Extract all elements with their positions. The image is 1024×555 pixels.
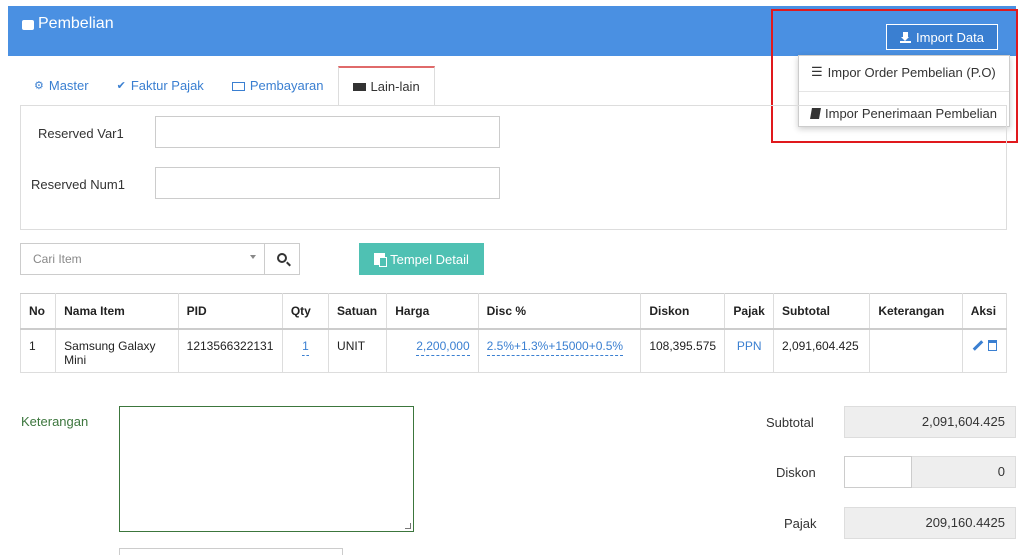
reserved-num1-input[interactable] [155,167,500,199]
keterangan-textarea[interactable] [119,406,414,532]
cell-harga: 2,200,000 [386,328,479,373]
column-header: Keterangan [869,293,963,330]
cell-pid: 1213566322131 [177,328,283,373]
pajak-label: Pajak [784,516,817,531]
paste-icon [374,253,388,267]
panel-header: Pembelian [8,6,1016,56]
diskon-label: Diskon [776,465,816,480]
table-row: 1 Samsung Galaxy Mini 1213566322131 1 UN… [19,328,1008,373]
page-title-text: Pembelian [38,15,114,32]
column-header: Aksi [961,293,1008,330]
cell-no: 1 [19,328,57,373]
search-placeholder: Cari Item [33,252,82,266]
items-table: No Nama Item PID Qty Satuan Harga Disc %… [19,293,1008,373]
list-icon: ☰ [811,64,823,79]
pajak-value: 209,160.4425 [844,507,1016,539]
resize-handle-icon[interactable] [405,523,411,529]
tab-faktur-pajak[interactable]: ✔ Faktur Pajak [103,66,218,106]
chevron-down-icon [250,255,256,259]
cell-pajak: PPN [724,328,774,373]
column-header: Nama Item [55,293,179,330]
money-icon [231,81,245,91]
cogs-icon: ⚙ [34,80,44,92]
column-header: Diskon [640,293,726,330]
truck-icon [352,82,366,91]
reserved-var1-input[interactable] [155,116,500,148]
column-header: PID [177,293,283,330]
edit-icon[interactable] [972,339,984,351]
tab-lain-lain[interactable]: Lain-lain [337,66,435,106]
search-button[interactable] [264,243,300,275]
partial-input[interactable] [119,548,343,555]
cell-disc: 2.5%+1.3%+15000+0.5% [477,328,642,373]
trash-icon[interactable] [987,339,997,351]
column-header: Pajak [724,293,774,330]
reserved-num1-label: Reserved Num1 [31,177,125,192]
cell-qty: 1 [281,328,330,373]
menu-divider [799,91,1009,92]
menu-item-impor-order[interactable]: ☰ Impor Order Pembelian (P.O) [811,64,996,80]
reserved-var1-label: Reserved Var1 [38,126,124,141]
keterangan-label: Keterangan [21,414,89,429]
tab-label: Faktur Pajak [130,78,204,93]
menu-item-label: Impor Order Pembelian (P.O) [827,64,996,80]
column-header: Harga [386,293,479,330]
cell-diskon: 108,395.575 [640,328,726,373]
column-header: Qty [281,293,330,330]
import-data-label: Import Data [916,29,984,45]
cell-nama-item: Samsung Galaxy Mini [55,328,179,373]
column-header: Subtotal [772,293,871,330]
tab-label: Pembayaran [249,78,324,93]
import-data-button[interactable]: Import Data [886,24,998,50]
pajak-value[interactable]: PPN [737,339,762,353]
check-circle-icon: ✔ [116,80,126,92]
tab-label: Master [48,78,89,93]
subtotal-label: Subtotal [766,415,814,430]
disc-editable[interactable]: 2.5%+1.3%+15000+0.5% [486,339,624,356]
tab-master[interactable]: ⚙ Master [20,66,103,106]
search-icon [277,253,287,263]
paste-detail-button[interactable]: Tempel Detail [359,243,484,275]
cell-satuan: UNIT [328,328,388,373]
search-item-select[interactable]: Cari Item [20,243,265,275]
qty-editable[interactable]: 1 [302,339,309,356]
column-header: No [19,293,57,330]
page-title: Pembelian [22,15,114,33]
table-header-row: No Nama Item PID Qty Satuan Harga Disc %… [19,293,1008,330]
cell-subtotal: 2,091,604.425 [772,328,871,373]
download-icon [900,31,912,43]
tab-bar: ⚙ Master ✔ Faktur Pajak Pembayaran Lain-… [20,66,435,106]
paste-detail-label: Tempel Detail [390,251,469,267]
subtotal-value: 2,091,604.425 [844,406,1016,438]
cell-keterangan [869,328,963,373]
tab-label: Lain-lain [370,78,420,94]
harga-editable[interactable]: 2,200,000 [416,339,470,356]
briefcase-icon [22,20,34,30]
diskon-input[interactable] [844,456,912,488]
column-header: Disc % [477,293,642,330]
column-header: Satuan [328,293,388,330]
cell-aksi [961,328,1008,373]
tab-pembayaran[interactable]: Pembayaran [218,66,338,106]
